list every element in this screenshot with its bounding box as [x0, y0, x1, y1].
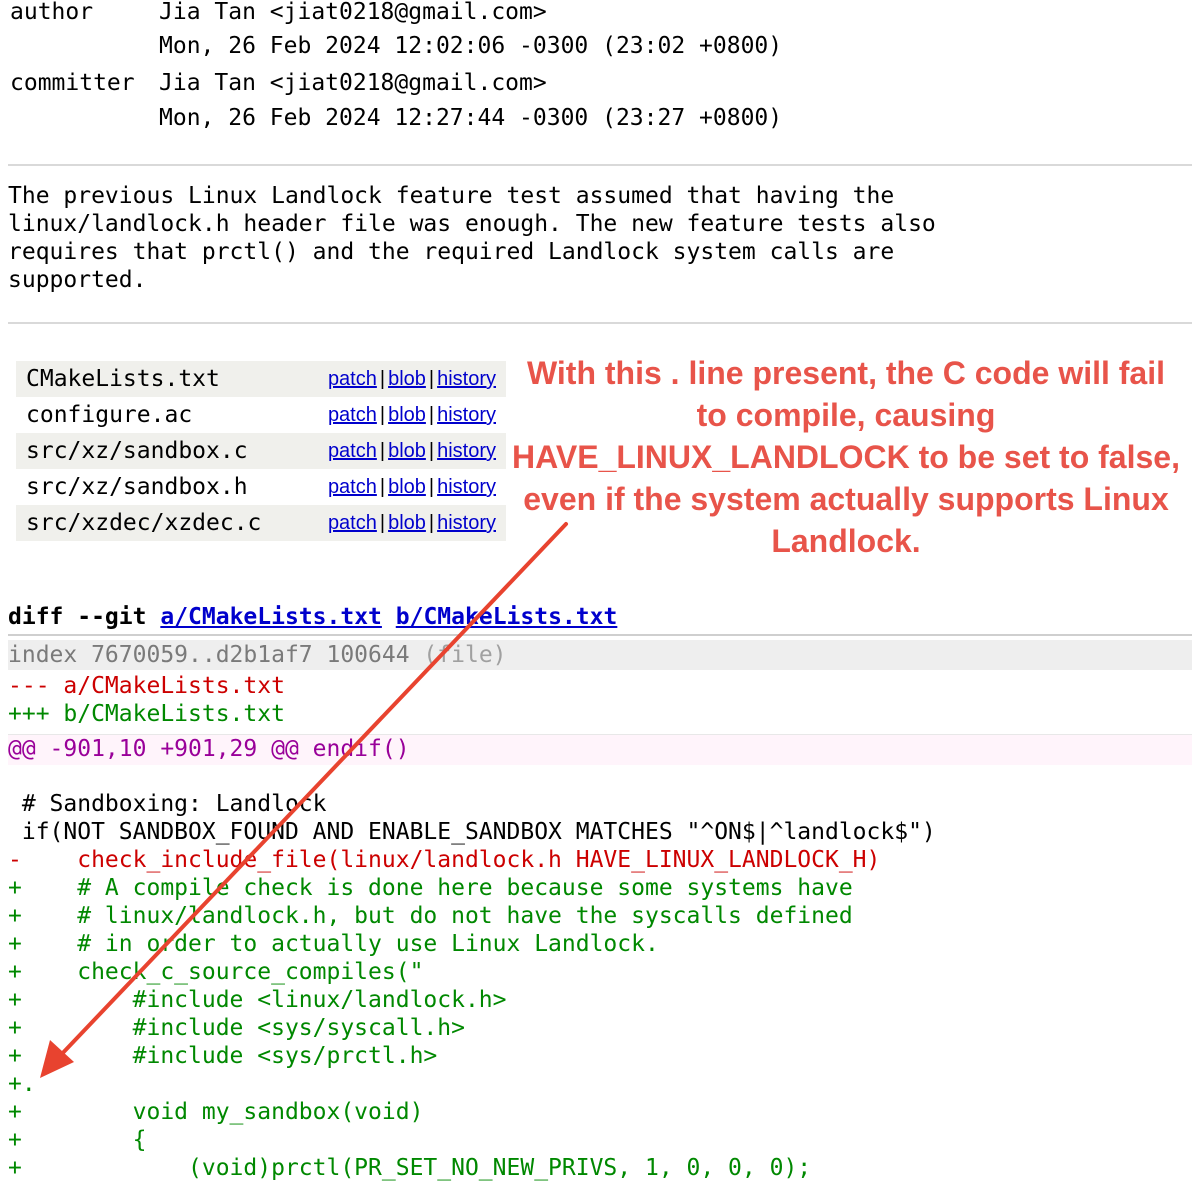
arrow-shaft: [56, 522, 568, 1060]
annotation-arrow: [40, 522, 568, 1078]
